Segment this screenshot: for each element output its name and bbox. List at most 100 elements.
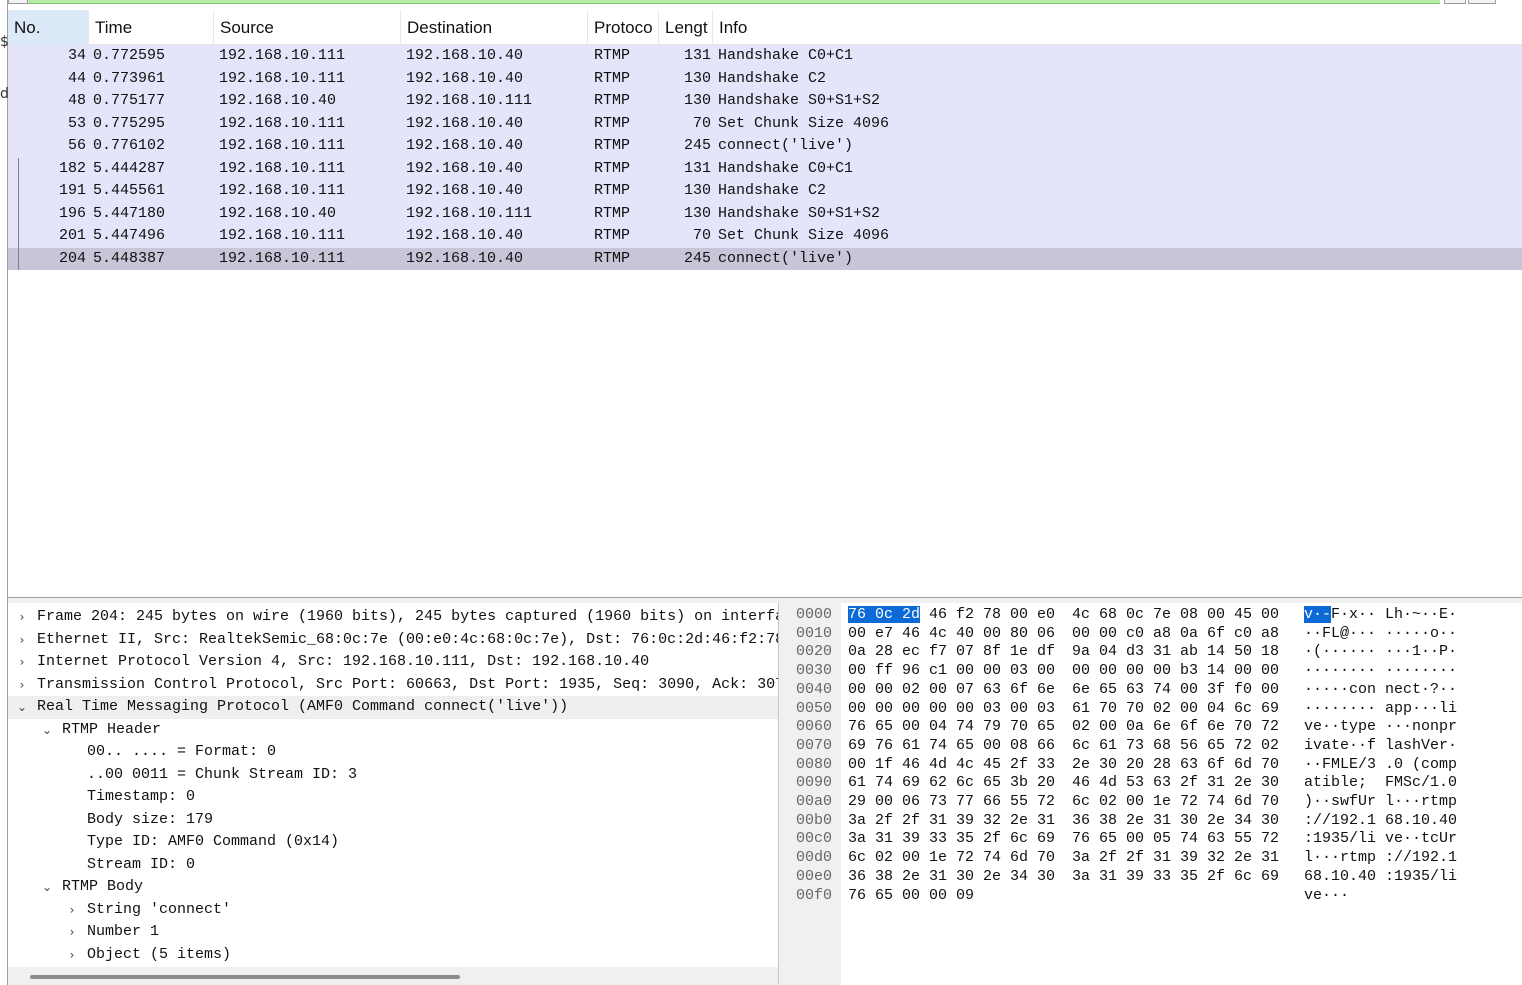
tree-item[interactable]: › Transmission Control Protocol, Src Port… (8, 674, 778, 697)
cell-no: 182 (58, 159, 86, 177)
chevron-down-icon[interactable]: ⌄ (39, 876, 55, 899)
bytes-a1: ········ (1304, 662, 1377, 680)
tree-item[interactable]: Timestamp: 0 (8, 786, 778, 809)
tree-item[interactable]: 00.. .... = Format: 0 (8, 741, 778, 764)
bytes-h2: 76 65 00 05 74 63 55 72 (1072, 830, 1280, 848)
chevron-down-icon[interactable]: ⌄ (14, 696, 30, 719)
table-row[interactable]: 44 0.773961 192.168.10.111 192.168.10.40 RTM… (8, 67, 1522, 90)
cell-no: 201 (58, 227, 86, 244)
tree-item[interactable]: › Number 1 (8, 921, 778, 944)
cell-no: 34 (67, 47, 86, 64)
table-row[interactable]: 53 0.775295 192.168.10.111 192.168.10.40 RTM… (8, 112, 1522, 135)
table-row[interactable]: 48 0.775177 192.168.10.40 192.168.10.111 RTM… (8, 90, 1522, 113)
tree-item-label: Type ID: AMF0 Command (0x14) (87, 833, 340, 850)
cell-time: 0.776102 (93, 137, 166, 154)
bytes-a2: app···li (1385, 699, 1458, 717)
tree-item-label: ..00 0011 = Chunk Stream ID: 3 (87, 765, 358, 783)
filter-expression-button[interactable] (1468, 0, 1496, 4)
cell-time: 5.447180 (93, 204, 166, 222)
chevron-down-icon[interactable]: ⌄ (39, 719, 55, 742)
tree-item-label: Ethernet II, Src: RealtekSemic_68:0c:7e … (37, 630, 778, 648)
bytes-h1: 00 e7 46 4c 40 00 80 06 (848, 624, 1056, 642)
tree-item[interactable]: › Ethernet II, Src: RealtekSemic_68:0c:7e… (8, 629, 778, 652)
bytes-a1: ········ (1304, 699, 1377, 717)
column-header-time[interactable]: Time (89, 10, 214, 45)
cell-proto: RTMP (594, 92, 631, 109)
chevron-right-icon[interactable]: › (64, 944, 80, 967)
bytes-h1: 3a 31 39 33 35 2f 6c 69 (848, 830, 1056, 848)
column-header-protocol[interactable]: Protoco (588, 10, 659, 45)
bytes-h1: 29 00 06 73 77 66 55 72 (848, 793, 1056, 810)
scrollbar-thumb[interactable] (30, 975, 460, 979)
cell-proto: RTMP (594, 137, 631, 154)
tree-item[interactable]: › Internet Protocol Version 4, Src: 192.1… (8, 651, 778, 674)
bytes-a2: l···rtmp (1385, 793, 1458, 810)
column-header-no[interactable]: No. (8, 10, 89, 45)
details-bytes-divider[interactable] (778, 603, 787, 985)
column-header-length[interactable]: Lengt (659, 10, 713, 45)
cell-no: 56 (67, 137, 86, 154)
cell-time: 0.773961 (93, 69, 166, 87)
byte-selection: v·- (1304, 606, 1332, 623)
chevron-right-icon[interactable]: › (14, 674, 30, 697)
tree-item[interactable]: ⌄ Real Time Messaging Protocol (AMF0 Comm… (8, 696, 778, 719)
bytes-h1: 3a 2f 2f 31 39 32 2e 31 (848, 811, 1056, 829)
bytes-h2: 4c 68 0c 7e 08 00 45 00 (1072, 606, 1280, 623)
chevron-right-icon[interactable]: › (14, 606, 30, 629)
packet-bytes-pane[interactable]: 0000 76 0c 2d 46 f2 78 00 e0 4c 68 0c 7e 0… (787, 603, 1522, 985)
cell-dst: 192.168.10.40 (406, 47, 524, 64)
chevron-right-icon[interactable]: › (14, 629, 30, 652)
table-row[interactable]: 196 5.447180 192.168.10.40 192.168.10.111 RT… (8, 202, 1522, 225)
bytes-a2: FMSc/1.0 (1385, 774, 1458, 792)
tree-item[interactable]: › Frame 204: 245 bytes on wire (1960 bits… (8, 606, 778, 629)
cell-src: 192.168.10.111 (219, 137, 346, 154)
display-filter-input[interactable] (28, 0, 1440, 4)
column-header-destination[interactable]: Destination (401, 10, 588, 45)
filter-apply-button[interactable] (1444, 0, 1466, 4)
packet-details-pane[interactable]: › Frame 204: 245 bytes on wire (1960 bits… (8, 603, 778, 985)
cell-info: Handshake S0+S1+S2 (718, 92, 881, 109)
bytes-a1: ://192.1 (1304, 811, 1377, 829)
tree-item[interactable]: Body size: 179 (8, 809, 778, 832)
tree-item[interactable]: › Object (5 items) (8, 944, 778, 967)
byte-selection: 76 0c 2d (848, 606, 921, 623)
details-horizontal-scrollbar[interactable] (8, 967, 778, 985)
tree-item-label: Number 1 (87, 923, 160, 940)
column-header-info[interactable]: Info (713, 10, 1522, 45)
tree-item[interactable]: Type ID: AMF0 Command (0x14) (8, 831, 778, 854)
bytes-off: 0060 (796, 718, 833, 736)
bytes-a1: ·····con (1304, 680, 1377, 698)
bytes-off: 0080 (796, 755, 833, 773)
chevron-right-icon[interactable]: › (14, 651, 30, 674)
bytes-a2: 68.10.40 (1385, 811, 1458, 829)
table-row[interactable]: 201 5.447496 192.168.10.111 192.168.10.40 RT… (8, 225, 1522, 248)
cell-no: 44 (67, 69, 86, 87)
bookmark-filter-button[interactable] (8, 0, 28, 4)
packet-list-pane[interactable]: No. Time Source Destination Protoco Leng… (8, 5, 1522, 597)
column-header-source[interactable]: Source (214, 10, 401, 45)
table-row[interactable]: 182 5.444287 192.168.10.111 192.168.10.40 RT… (8, 157, 1522, 180)
cell-no: 53 (67, 114, 86, 132)
bytes-h2: 9a 04 d3 31 ab 14 50 18 (1072, 643, 1280, 661)
bytes-off: 0010 (796, 624, 833, 642)
packet-list-body: 34 0.772595 192.168.10.111 192.168.10.40 RTM… (8, 45, 1522, 270)
bytes-off: 0000 (796, 606, 833, 623)
chevron-right-icon[interactable]: › (64, 921, 80, 944)
bytes-a2: ········ (1385, 662, 1458, 680)
cell-len: 245 (683, 249, 711, 267)
cell-src: 192.168.10.111 (219, 47, 346, 64)
table-row[interactable]: 191 5.445561 192.168.10.111 192.168.10.40 RT… (8, 180, 1522, 203)
bytes-h1: 00 1f 46 4d 4c 45 2f 33 (848, 755, 1056, 773)
cell-time: 0.772595 (93, 47, 166, 64)
table-row[interactable]: 34 0.772595 192.168.10.111 192.168.10.40 RTM… (8, 45, 1522, 68)
tree-item[interactable]: › String 'connect' (8, 899, 778, 922)
cell-time: 5.445561 (93, 182, 166, 199)
table-row[interactable]: 204 5.448387 192.168.10.111 192.168.10.40 RT… (8, 247, 1522, 270)
table-row[interactable]: 56 0.776102 192.168.10.111 192.168.10.40 RTM… (8, 135, 1522, 158)
tree-item[interactable]: ⌄ RTMP Header (8, 719, 778, 742)
tree-item[interactable]: ⌄ RTMP Body (8, 876, 778, 899)
chevron-right-icon[interactable]: › (64, 899, 80, 922)
tree-item[interactable]: Stream ID: 0 (8, 854, 778, 877)
tree-item[interactable]: ..00 0011 = Chunk Stream ID: 3 (8, 764, 778, 787)
bytes-off: 0030 (796, 662, 833, 680)
